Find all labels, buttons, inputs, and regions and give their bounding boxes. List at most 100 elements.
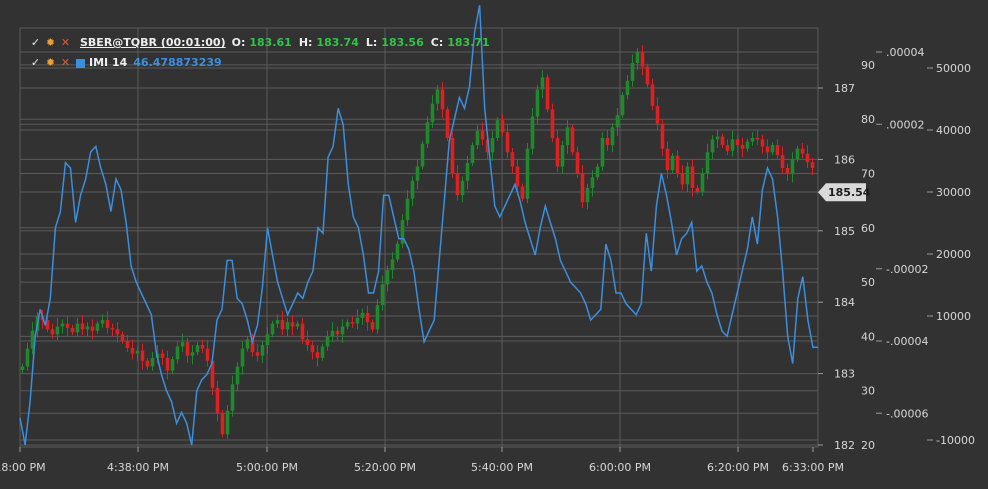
candle-body	[50, 329, 55, 335]
candle-body	[700, 173, 705, 192]
candle-body	[600, 137, 605, 167]
candle-body	[440, 89, 445, 110]
check-icon[interactable]: ✓	[28, 33, 43, 53]
candle-body	[490, 137, 495, 153]
candle-body	[705, 152, 710, 174]
candle-body	[585, 187, 590, 203]
volume-tick-label: 50000	[936, 62, 971, 75]
candle-body	[595, 166, 600, 178]
candle-body	[270, 323, 275, 335]
candle-body	[755, 137, 760, 140]
check-icon[interactable]: ✓	[28, 53, 43, 73]
candle-body	[505, 132, 510, 153]
open-label: O:	[231, 36, 246, 49]
candle-body	[525, 148, 530, 199]
candle-body	[160, 353, 165, 358]
candle-body	[300, 323, 305, 340]
candle-body	[590, 177, 595, 188]
low-value: 183.56	[381, 36, 424, 49]
candle-body	[475, 130, 480, 146]
candle-body	[710, 139, 715, 153]
candle-body	[750, 137, 755, 142]
candle-body	[810, 162, 815, 168]
candle-body	[725, 145, 730, 151]
candle-body	[85, 326, 90, 330]
volume-tick-label: 20000	[936, 248, 971, 261]
gear-icon[interactable]: ✹	[43, 33, 58, 53]
candle-body	[290, 322, 295, 327]
candle-body	[165, 357, 170, 371]
candle-body	[545, 77, 550, 110]
x-tick-label: 5:40:00 PM	[471, 461, 533, 474]
candle-body	[255, 352, 260, 356]
close-label: C:	[430, 36, 444, 49]
candle-body	[480, 130, 485, 140]
x-tick-label: 6:20:00 PM	[707, 461, 769, 474]
candle-body	[470, 145, 475, 163]
candle-body	[660, 123, 665, 149]
imi-tick-label: 80	[861, 113, 875, 126]
candle-body	[180, 342, 185, 347]
candle-body	[60, 323, 65, 327]
candle-body	[330, 330, 335, 337]
candle-body	[610, 127, 615, 146]
small-tick-label: .00002	[886, 118, 925, 131]
candle-body	[55, 326, 60, 335]
candle-body	[435, 89, 440, 104]
candle-body	[350, 322, 355, 324]
candle-body	[775, 145, 780, 156]
symbol-link[interactable]: SBER@TQBR (00:01:00)	[80, 33, 226, 53]
candle-body	[500, 120, 505, 133]
candle-body	[720, 136, 725, 146]
small-tick-label: -.00004	[886, 335, 928, 348]
candle-body	[370, 322, 375, 330]
volume-tick-label: 40000	[936, 124, 971, 137]
candle-body	[140, 350, 145, 361]
high-value: 183.74	[316, 36, 359, 49]
candle-body	[25, 348, 30, 367]
candle-body	[100, 320, 105, 324]
candle-body	[120, 334, 125, 341]
last-price-label: 185.54	[828, 186, 871, 199]
price-tick-label: 187	[834, 82, 855, 95]
candle-body	[690, 166, 695, 188]
candle-body	[645, 66, 650, 85]
candle-body	[625, 80, 630, 96]
candle-body	[740, 145, 745, 149]
candle-body	[275, 320, 280, 324]
candle-body	[145, 360, 150, 367]
candle-body	[760, 139, 765, 147]
chart[interactable]: 18:00 PM 4:38:00 PM 5:00:00 PM 5:20:00 PM 5:…	[0, 0, 988, 489]
candle-body	[65, 323, 70, 328]
candle-body	[715, 136, 720, 140]
gear-icon[interactable]: ✹	[43, 53, 58, 73]
close-icon[interactable]: ✕	[58, 33, 73, 53]
candle-body	[465, 162, 470, 181]
x-tick-label: 6:00:00 PM	[589, 461, 651, 474]
candle-body	[130, 347, 135, 354]
candle-body	[150, 357, 155, 367]
candle-body	[325, 336, 330, 347]
candle-body	[230, 384, 235, 411]
close-icon[interactable]: ✕	[58, 53, 73, 73]
candle-body	[20, 366, 25, 371]
candle-body	[390, 259, 395, 271]
candle-body	[665, 148, 670, 171]
candle-body	[770, 145, 775, 153]
candle-body	[110, 327, 115, 330]
candle-body	[395, 243, 400, 260]
candle-body	[280, 320, 285, 330]
candle-body	[185, 342, 190, 356]
candle-body	[375, 305, 380, 330]
candle-body	[240, 348, 245, 367]
candle-body	[560, 145, 565, 167]
color-square-icon[interactable]	[76, 58, 85, 68]
candle-body	[225, 410, 230, 435]
candle-body	[515, 166, 520, 187]
candle-body	[200, 345, 205, 349]
candle-body	[420, 143, 425, 167]
candle-body	[70, 327, 75, 333]
x-tick-label: 4:38:00 PM	[107, 461, 169, 474]
candle-body	[640, 52, 645, 67]
imi-tick-label: 60	[861, 222, 875, 235]
